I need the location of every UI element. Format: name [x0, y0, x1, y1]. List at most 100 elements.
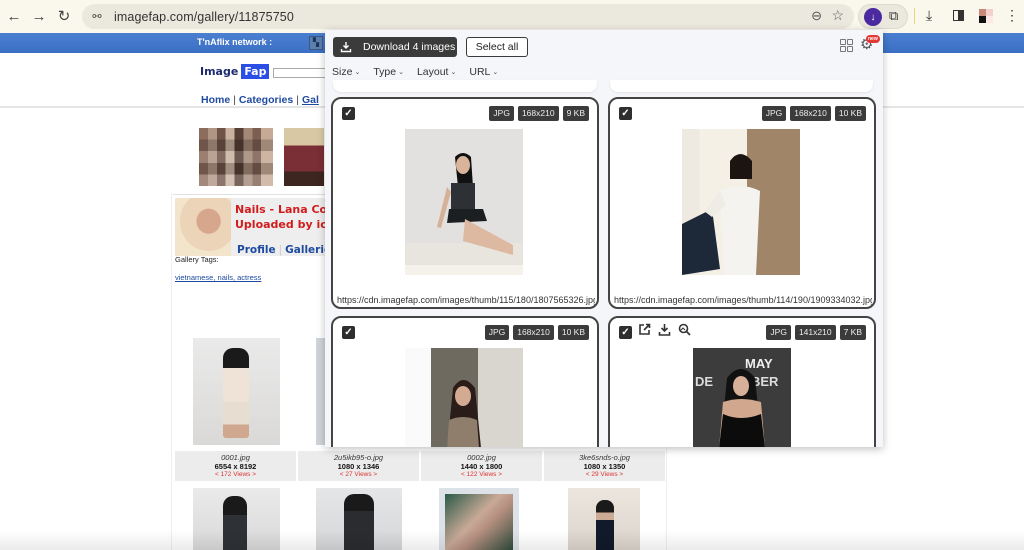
arrow-left-icon: ← — [6, 7, 22, 25]
network-site-icon[interactable]: ▚ — [309, 36, 323, 50]
avatar[interactable] — [979, 9, 993, 23]
type-badge: JPG — [766, 325, 791, 340]
gallery-tags-link[interactable]: vietnamese, nails, actress — [175, 273, 261, 282]
image-views: < 172 Views > — [214, 471, 257, 478]
zoom-out-icon[interactable]: ⊖ — [811, 8, 822, 24]
filter-label: Size — [332, 66, 353, 78]
gallery-tags-label: Gallery Tags: — [175, 255, 219, 264]
site-nav: Home | Categories | Gal — [201, 94, 319, 106]
address-bar[interactable]: ⚯ imagefap.com/gallery/11875750 ⊖ ☆ — [82, 4, 854, 29]
filter-layout[interactable]: Layout ⌄ — [417, 66, 456, 78]
filesize-badge: 10 KB — [557, 325, 589, 340]
filter-type[interactable]: Type ⌄ — [373, 66, 404, 78]
gallery-title: Nails - Lana Co — [235, 203, 328, 216]
reload-icon: ↻ — [57, 8, 71, 25]
forward-button[interactable]: → — [25, 2, 53, 30]
open-in-new-tab-icon[interactable] — [638, 323, 651, 339]
tune-icon[interactable]: ⚯ — [88, 8, 106, 26]
logo-fap-text: Fap — [241, 64, 270, 79]
image-checkbox[interactable]: ✓ — [619, 107, 632, 120]
filter-bar: Size ⌄ Type ⌄ Layout ⌄ URL ⌄ — [332, 66, 498, 78]
chevron-down-icon: ⌄ — [354, 69, 361, 76]
url-text[interactable]: imagefap.com/gallery/11875750 — [114, 10, 294, 24]
related-thumbnail[interactable] — [284, 128, 324, 186]
image-downloader-popup: Download 4 images Select all ⚙ new Size ⌄… — [325, 30, 883, 447]
image-badges: JPG 168x210 10 KB — [484, 325, 589, 340]
image-url: https://cdn.imagefap.com/images/thumb/11… — [337, 295, 595, 305]
filesize-badge: 7 KB — [839, 325, 866, 340]
nav-galleries[interactable]: Gal — [302, 94, 319, 106]
image-badges: JPG 168x210 10 KB — [761, 106, 866, 121]
reverse-image-search-icon[interactable] — [678, 323, 691, 339]
image-checkbox[interactable]: ✓ — [619, 326, 632, 339]
dimensions-badge: 168x210 — [513, 325, 554, 340]
gallery-links: Profile | Galleries — [237, 244, 337, 256]
image-checkbox[interactable]: ✓ — [342, 107, 355, 120]
type-badge: JPG — [484, 325, 510, 340]
gallery-photo[interactable] — [193, 338, 280, 445]
image-badges: JPG 168x210 9 KB — [489, 106, 589, 121]
image-card-previous — [333, 80, 597, 92]
profile-link[interactable]: Profile — [237, 244, 276, 256]
image-preview[interactable] — [405, 129, 523, 275]
filesize-badge: 10 KB — [834, 106, 866, 121]
arrow-right-icon: → — [31, 7, 47, 25]
filter-size[interactable]: Size ⌄ — [332, 66, 360, 78]
download-extension-icon[interactable]: ↓ — [864, 8, 882, 26]
image-card[interactable]: ✓ JPG 168x210 10 KB — [331, 316, 599, 447]
download-icon[interactable]: ⤓ — [926, 7, 932, 24]
select-all-button[interactable]: Select all — [466, 37, 528, 57]
filesize-badge: 9 KB — [562, 106, 589, 121]
image-badges: JPG 141x210 7 KB — [766, 325, 866, 340]
site-logo[interactable]: Image Fap — [200, 64, 270, 79]
nav-home[interactable]: Home — [201, 94, 230, 106]
image-card[interactable]: ✓ JPG 168x210 9 KB https://cdn.imagefap.… — [331, 97, 599, 309]
image-info: 0001.jpg 6554 x 8192 < 172 Views > — [175, 451, 296, 481]
image-checkbox[interactable]: ✓ — [342, 326, 355, 339]
image-filename: 0001.jpg — [221, 453, 250, 462]
star-icon[interactable]: ☆ — [831, 7, 844, 24]
image-info: 3ke6snds-o.jpg 1080 x 1350 < 29 Views > — [544, 451, 665, 481]
site-search-input[interactable] — [273, 68, 333, 78]
kebab-menu-icon[interactable]: ⋮ — [1005, 7, 1019, 24]
svg-text:DE: DE — [695, 374, 713, 389]
browser-toolbar: ← → ↻ ⚯ imagefap.com/gallery/11875750 ⊖ … — [0, 0, 1024, 33]
image-dimensions: 1080 x 1350 — [583, 462, 626, 471]
dimensions-badge: 168x210 — [790, 106, 831, 121]
back-button[interactable]: ← — [0, 2, 28, 30]
side-panel-icon[interactable] — [953, 10, 964, 21]
related-thumbnail[interactable] — [199, 128, 273, 186]
image-filename: 3ke6snds-o.jpg — [579, 453, 630, 462]
image-card-previous — [610, 80, 873, 92]
gallery-cover-image[interactable] — [175, 198, 231, 256]
extensions-pill: ↓ ⧉ — [858, 4, 908, 29]
image-preview[interactable] — [682, 129, 800, 275]
puzzle-icon[interactable]: ⧉ — [889, 8, 898, 24]
image-card[interactable]: ✓ JPG 168x210 10 KB https://cdn.imagefap… — [608, 97, 876, 309]
image-preview[interactable]: MAY DE BER — [693, 348, 791, 447]
filter-label: URL — [469, 66, 491, 78]
download-icon[interactable] — [658, 323, 671, 339]
filter-url[interactable]: URL ⌄ — [469, 66, 498, 78]
image-filename: 0002.jpg — [467, 453, 496, 462]
image-preview[interactable] — [405, 348, 523, 447]
grid-view-icon[interactable] — [840, 39, 854, 53]
gallery-uploader: Uploaded by ica — [235, 218, 335, 231]
reload-button[interactable]: ↻ — [50, 2, 78, 30]
dimensions-badge: 168x210 — [517, 106, 559, 121]
nav-separator: | — [233, 94, 236, 106]
type-badge: JPG — [489, 106, 514, 121]
image-views: < 27 Views > — [339, 471, 378, 478]
chevron-down-icon: ⌄ — [450, 69, 457, 76]
download-images-button[interactable]: Download 4 images — [333, 37, 457, 57]
link-separator: | — [278, 244, 283, 256]
new-badge: new — [866, 35, 880, 43]
toolbar-divider — [914, 8, 915, 24]
gallery-header: Nails - Lana Co Uploaded by ica Profile |… — [175, 198, 337, 256]
image-card[interactable]: ✓ JPG 141x210 7 KB MAY DE BER — [608, 316, 876, 447]
nav-categories[interactable]: Categories — [239, 94, 293, 106]
image-views: < 122 Views > — [460, 471, 503, 478]
download-images-label: Download 4 images — [363, 41, 456, 53]
image-info: 2u5ikb95-o.jpg 1080 x 1346 < 27 Views > — [298, 451, 419, 481]
filter-label: Layout — [416, 66, 449, 78]
